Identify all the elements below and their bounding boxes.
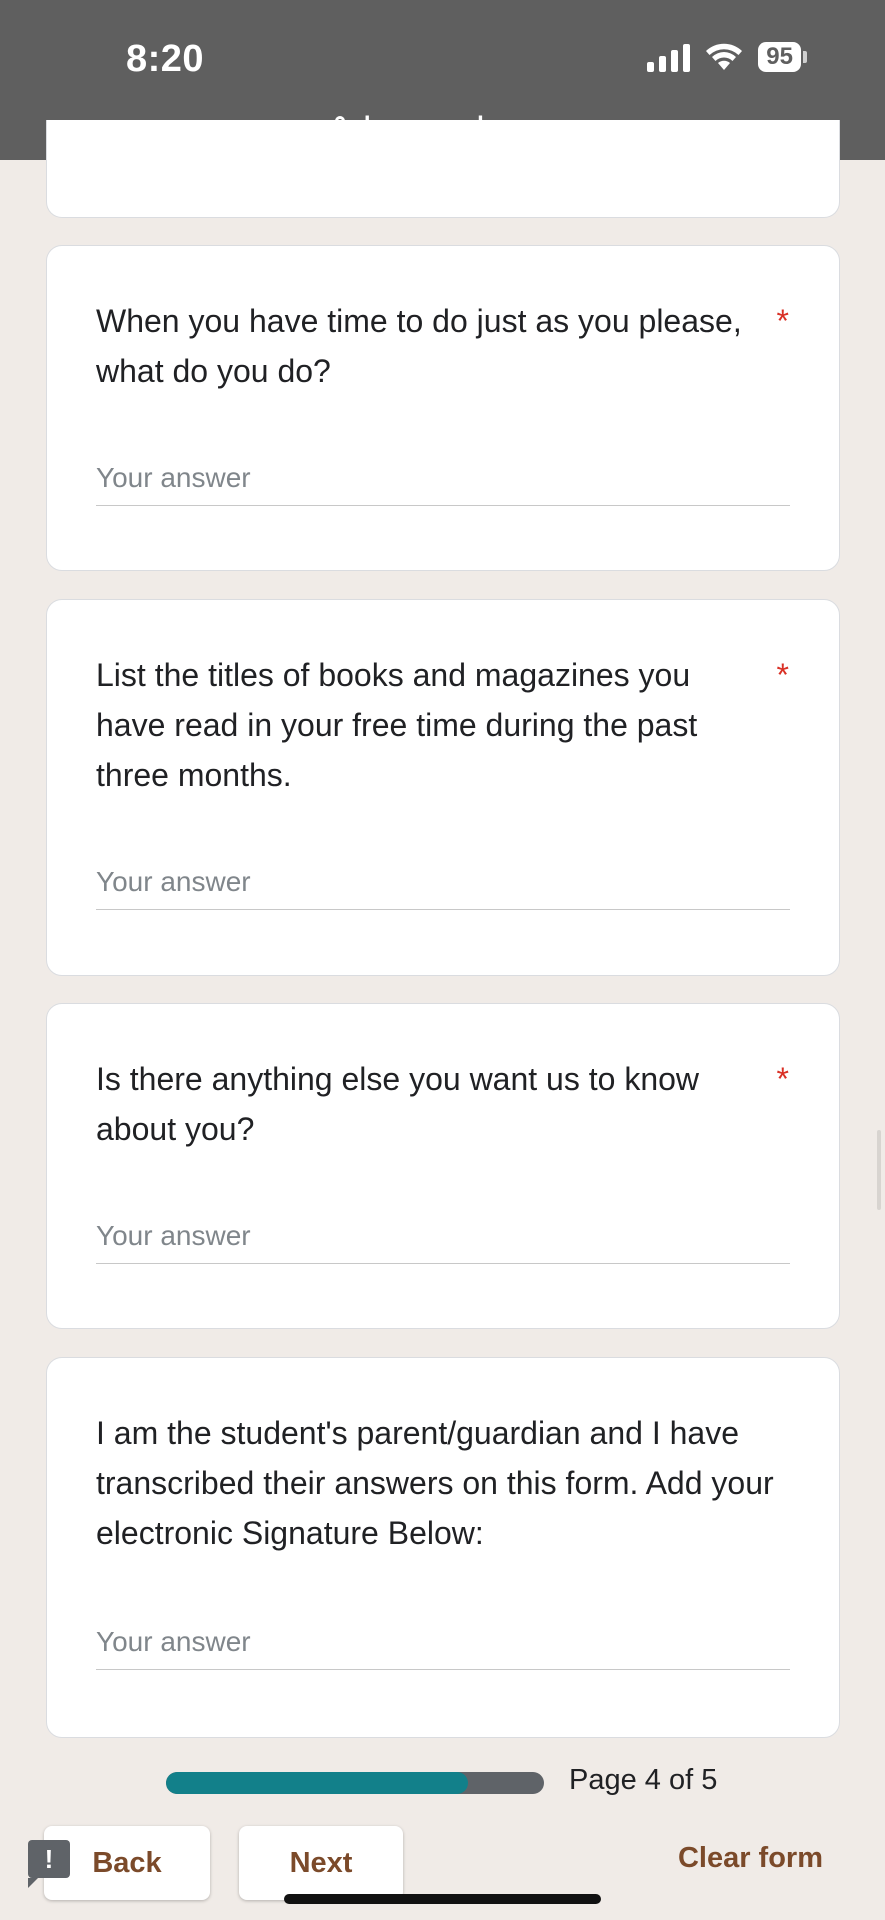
previous-question-card [46,120,840,218]
question-text: List the titles of books and magazines y… [96,657,698,793]
battery-level: 95 [758,42,801,72]
status-time: 8:20 [126,38,205,80]
question-card: When you have time to do just as you ple… [46,245,840,571]
answer-input[interactable] [96,450,790,506]
question-text: Is there anything else you want us to kn… [96,1061,700,1147]
clear-form-button[interactable]: Clear form [678,1842,823,1875]
signature-card: I am the student's parent/guardian and I… [46,1357,840,1738]
page-indicator: Page 4 of 5 [569,1764,718,1796]
answer-input[interactable] [96,1208,790,1264]
question-card: List the titles of books and magazines y… [46,599,840,976]
required-asterisk: * [776,657,789,693]
signature-input[interactable] [96,1614,790,1670]
required-asterisk: * [776,303,789,339]
next-button[interactable]: Next [239,1826,403,1900]
home-indicator [284,1894,601,1904]
progress-bar-fill [166,1772,469,1794]
question-text: When you have time to do just as you ple… [96,303,742,389]
scrollbar[interactable] [877,1130,881,1210]
battery-icon: 95 [758,42,807,72]
question-card: Is there anything else you want us to kn… [46,1003,840,1329]
question-text: I am the student's parent/guardian and I… [96,1415,774,1551]
status-icons: 95 [647,42,807,72]
report-feedback-icon[interactable]: ! [28,1840,70,1888]
progress-bar [166,1772,544,1794]
cellular-signal-icon [647,42,691,72]
answer-input[interactable] [96,854,790,910]
wifi-icon [706,43,743,70]
required-asterisk: * [776,1061,789,1097]
